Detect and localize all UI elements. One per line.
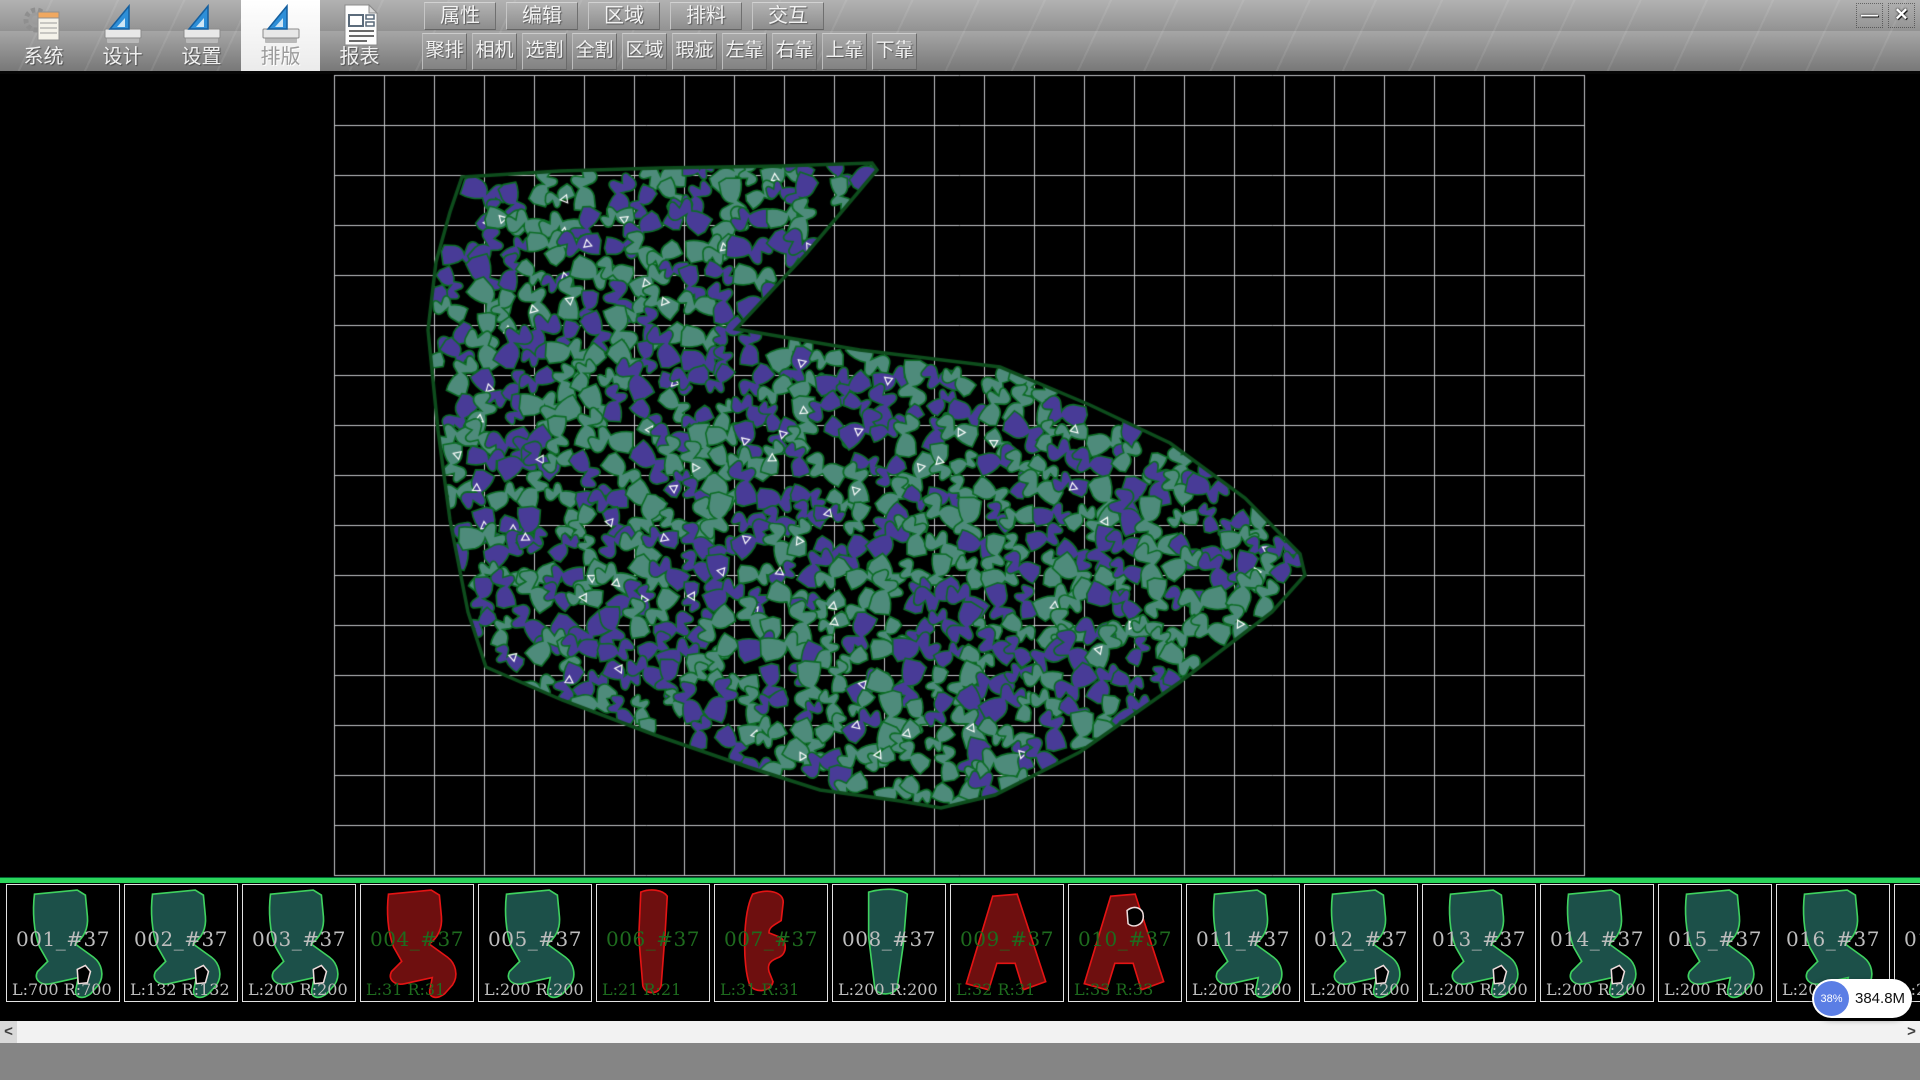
- piece-lr-count: L:200 R:200: [1192, 980, 1292, 999]
- menu-tabs: 属性编辑区域排料交互: [424, 2, 824, 30]
- progress-percent: 38%: [1820, 993, 1842, 1005]
- menu-tab-2[interactable]: 编辑: [506, 2, 578, 30]
- piece-lr-count: L:200 R:200: [248, 980, 348, 999]
- menu-tab-5[interactable]: 交互: [752, 2, 824, 30]
- tool-buttons: 聚排相机选割全割区域瑕疵左靠右靠上靠下靠: [422, 33, 917, 69]
- piece-name: 011_#37: [1187, 927, 1299, 951]
- piece-thumbnail[interactable]: 010_#37 L:33 R:33: [1068, 884, 1182, 1002]
- tool-button-9[interactable]: 上靠: [822, 33, 867, 70]
- tool-button-7[interactable]: 左靠: [722, 33, 767, 70]
- menu-tab-4[interactable]: 排料: [670, 2, 742, 30]
- main-button-label: 设置: [162, 40, 241, 69]
- piece-name: 004_#37: [361, 927, 473, 951]
- piece-lr-count: L:31 R:31: [366, 980, 445, 999]
- piece-thumbnail[interactable]: 007_#37 L:31 R:31: [714, 884, 828, 1002]
- piece-name: 012_#37: [1305, 927, 1417, 951]
- main-button-label: 系统: [4, 40, 83, 69]
- scroll-left-arrow[interactable]: <: [0, 1021, 17, 1043]
- menu-tab-1[interactable]: 属性: [424, 2, 496, 30]
- tool-button-10[interactable]: 下靠: [872, 33, 917, 70]
- tool-button-4[interactable]: 全割: [572, 33, 617, 70]
- toolbar: 系统设计设置排版报表 属性编辑区域排料交互 聚排相机选割全割区域瑕疵左靠右靠上靠…: [0, 0, 1920, 73]
- tool-button-8[interactable]: 右靠: [772, 33, 817, 70]
- piece-thumbnail[interactable]: 012_#37 L:200 R:200: [1304, 884, 1418, 1002]
- piece-lr-count: L:33 R:33: [1074, 980, 1153, 999]
- piece-thumbnail[interactable]: 002_#37 L:132 R:132: [124, 884, 238, 1002]
- piece-lr-count: L:31 R:31: [720, 980, 799, 999]
- piece-name: 014_#37: [1541, 927, 1653, 951]
- tool-button-2[interactable]: 相机: [472, 33, 517, 70]
- piece-thumbnail[interactable]: 003_#37 L:200 R:200: [242, 884, 356, 1002]
- piece-lr-count: L:200 R:200: [1428, 980, 1528, 999]
- nesting-canvas[interactable]: [0, 72, 1920, 877]
- piece-thumbnail[interactable]: 011_#37 L:200 R:200: [1186, 884, 1300, 1002]
- main-button-label: 报表: [320, 40, 399, 69]
- main-button-3[interactable]: 设置: [162, 0, 241, 71]
- progress-circle: 38%: [1814, 981, 1849, 1016]
- piece-name: 016_#37: [1777, 927, 1889, 951]
- piece-name: 013_#37: [1423, 927, 1535, 951]
- tool-button-6[interactable]: 瑕疵: [672, 33, 717, 70]
- piece-name: 008_#37: [833, 927, 945, 951]
- memory-indicator: 384.8M: [1855, 990, 1905, 1007]
- main-button-2[interactable]: 设计: [83, 0, 162, 71]
- piece-name: 009_#37: [951, 927, 1063, 951]
- piece-name: 005_#37: [479, 927, 591, 951]
- piece-thumbnail[interactable]: 001_#37 L:700 R:700: [6, 884, 120, 1002]
- main-button-label: 排版: [241, 40, 320, 69]
- piece-thumbnail[interactable]: 004_#37 L:31 R:31: [360, 884, 474, 1002]
- piece-lr-count: L:132 R:132: [130, 980, 230, 999]
- piece-thumbnail[interactable]: 005_#37 L:200 R:200: [478, 884, 592, 1002]
- main-button-1[interactable]: 系统: [4, 0, 83, 71]
- piece-name: 003_#37: [243, 927, 355, 951]
- piece-lr-count: L:200 R:200: [1546, 980, 1646, 999]
- piece-thumbnail[interactable]: 008_#37 L:200 R:200: [832, 884, 946, 1002]
- piece-name: 006_#37: [597, 927, 709, 951]
- tool-button-1[interactable]: 聚排: [422, 33, 467, 70]
- piece-name: 015_#37: [1659, 927, 1771, 951]
- piece-name: 002_#37: [125, 927, 237, 951]
- piece-thumbnail[interactable]: 015_#37 L:200 R:200: [1658, 884, 1772, 1002]
- piece-name: 007_#37: [715, 927, 827, 951]
- main-buttons: 系统设计设置排版报表: [4, 0, 399, 71]
- piece-lr-count: L:200 R:200: [838, 980, 938, 999]
- panel-separator: [0, 877, 1920, 883]
- piece-name: 010_#37: [1069, 927, 1181, 951]
- piece-lr-count: L:200 R:200: [484, 980, 584, 999]
- piece-lr-count: L:200 R:200: [1310, 980, 1410, 999]
- piece-thumbnail[interactable]: 013_#37 L:200 R:200: [1422, 884, 1536, 1002]
- main-button-label: 设计: [83, 40, 162, 69]
- main-button-4[interactable]: 排版: [241, 0, 320, 71]
- window-controls: — ✕: [1856, 3, 1915, 28]
- nesting-app-window: 系统设计设置排版报表 属性编辑区域排料交互 聚排相机选割全割区域瑕疵左靠右靠上靠…: [0, 0, 1920, 1080]
- horizontal-scrollbar[interactable]: < >: [0, 1021, 1920, 1043]
- piece-lr-count: L:32 R:31: [956, 980, 1035, 999]
- piece-lr-count: L:200 R:200: [1664, 980, 1764, 999]
- piece-name: 001_#37: [7, 927, 119, 951]
- piece-thumbnail-strip: 001_#37 L:700 R:700 002_#37 L:132 R:132 003_…: [0, 884, 1920, 1002]
- piece-name: 017_#37: [1895, 927, 1920, 951]
- piece-lr-count: L:700 R:700: [12, 980, 112, 999]
- tool-button-5[interactable]: 区域: [622, 33, 667, 70]
- main-button-5[interactable]: 报表: [320, 0, 399, 71]
- scroll-right-arrow[interactable]: >: [1903, 1021, 1920, 1043]
- piece-thumbnail[interactable]: 014_#37 L:200 R:200: [1540, 884, 1654, 1002]
- status-badge: 38% 384.8M: [1812, 979, 1912, 1018]
- piece-lr-count: L:21 R:21: [602, 980, 681, 999]
- tool-button-3[interactable]: 选割: [522, 33, 567, 70]
- menu-tab-3[interactable]: 区域: [588, 2, 660, 30]
- piece-thumbnail[interactable]: 006_#37 L:21 R:21: [596, 884, 710, 1002]
- bottom-strip: [0, 1043, 1920, 1080]
- piece-thumbnail[interactable]: 009_#37 L:32 R:31: [950, 884, 1064, 1002]
- minimize-button[interactable]: —: [1856, 3, 1883, 28]
- close-button[interactable]: ✕: [1888, 3, 1915, 28]
